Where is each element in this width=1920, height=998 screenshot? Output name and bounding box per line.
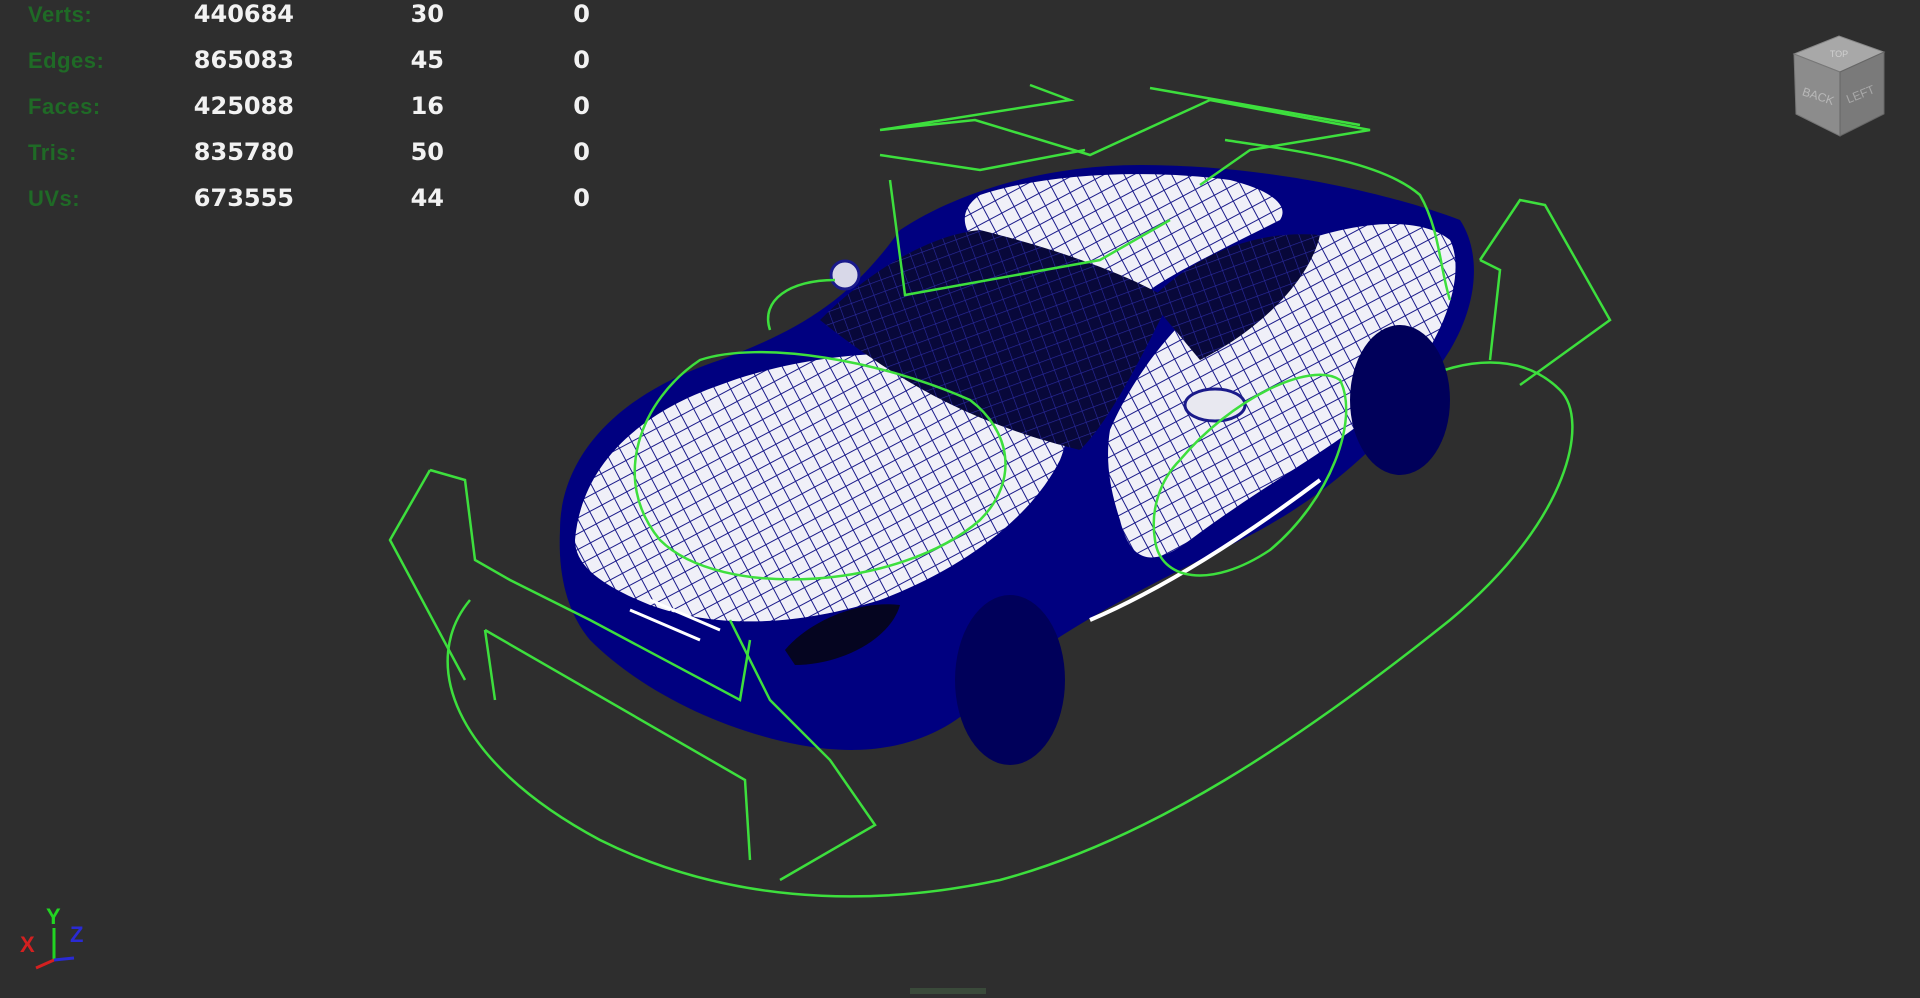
viewcube-top-label: TOP xyxy=(1830,49,1848,59)
hud-row-tris: Tris: 835780 50 0 xyxy=(0,138,640,184)
hud-zero-value: 0 xyxy=(573,138,590,166)
viewport-footer-marker xyxy=(910,988,986,994)
car-wireframe-model[interactable] xyxy=(559,165,1474,765)
hud-row-faces: Faces: 425088 16 0 xyxy=(0,92,640,138)
axis-y-label: Y xyxy=(46,904,61,929)
hud-row-edges: Edges: 865083 45 0 xyxy=(0,46,640,92)
hud-zero-value: 0 xyxy=(573,92,590,120)
hud-label: Verts: xyxy=(28,2,93,27)
hud-total-value: 835780 xyxy=(193,138,294,166)
hud-selected-value: 30 xyxy=(410,0,444,28)
hud-label: Tris: xyxy=(28,140,77,165)
axis-z-label: Z xyxy=(70,922,84,947)
hud-label: UVs: xyxy=(28,186,81,211)
hud-selected-value: 50 xyxy=(410,138,444,166)
hud-zero-value: 0 xyxy=(573,0,590,28)
hud-total-value: 865083 xyxy=(193,46,294,74)
hud-zero-value: 0 xyxy=(573,46,590,74)
hud-label: Edges: xyxy=(28,48,105,73)
hud-label: Faces: xyxy=(28,94,101,119)
axis-x-label: X xyxy=(20,932,35,957)
hud-selected-value: 44 xyxy=(410,184,444,212)
hud-total-value: 440684 xyxy=(193,0,294,28)
poly-count-hud: Verts: 440684 30 0 Edges: 865083 45 0 Fa… xyxy=(0,0,640,230)
axis-triad: X Y Z xyxy=(16,898,96,978)
hud-total-value: 673555 xyxy=(193,184,294,212)
hud-row-verts: Verts: 440684 30 0 xyxy=(0,0,640,46)
hud-total-value: 425088 xyxy=(193,92,294,120)
viewcube-navigator[interactable]: TOP BACK LEFT xyxy=(1784,24,1904,144)
hud-selected-value: 45 xyxy=(410,46,444,74)
hud-zero-value: 0 xyxy=(573,184,590,212)
hud-selected-value: 16 xyxy=(410,92,444,120)
hud-row-uvs: UVs: 673555 44 0 xyxy=(0,184,640,230)
